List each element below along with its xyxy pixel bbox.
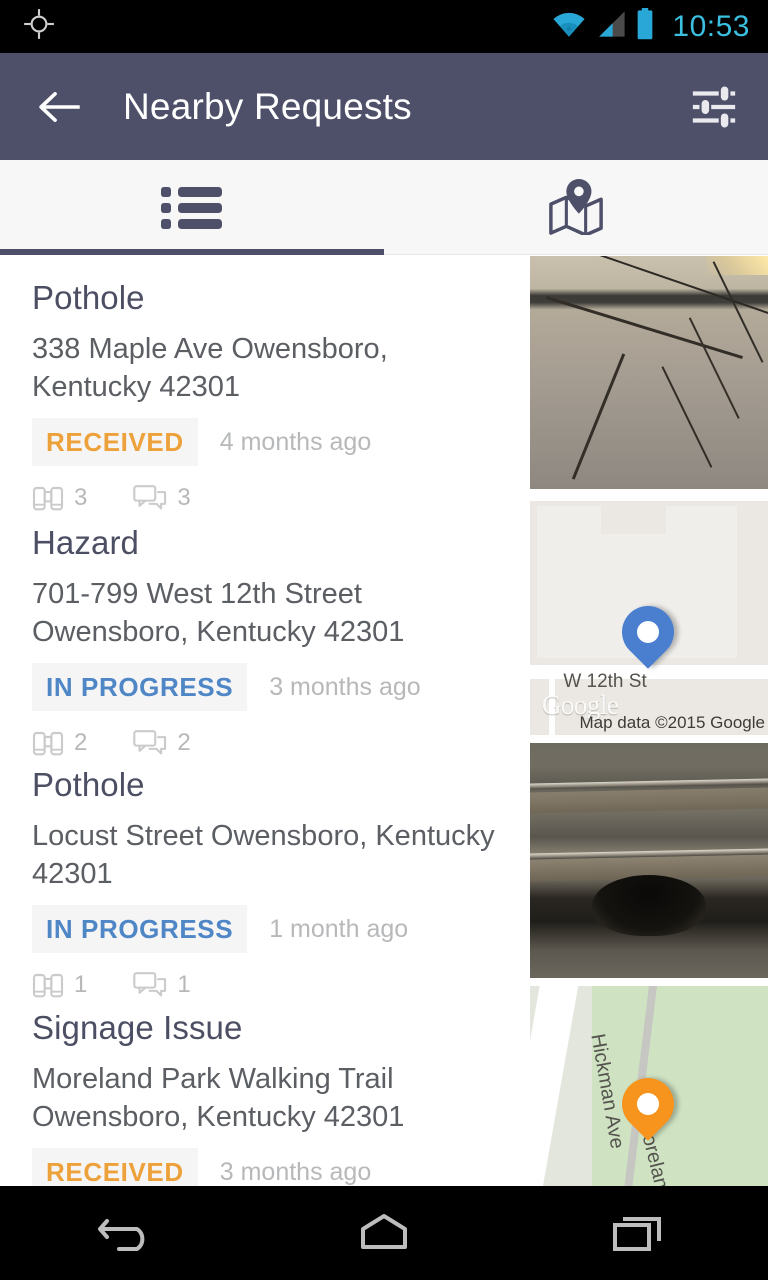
map-image: Hickman Ave Moreland P [530,986,768,1186]
list-icon [161,187,222,229]
crack-line [571,353,625,480]
app-bar: Nearby Requests [0,53,768,160]
request-age: 1 month ago [269,914,409,943]
filter-sliders-icon [692,83,736,130]
request-thumbnail[interactable]: W 12th St Google Map data ©2015 Google [530,501,768,743]
request-address: 701-799 West 12th Street Owensboro, Kent… [32,578,405,648]
request-thumbnail[interactable] [530,743,768,986]
request-age: 4 months ago [219,427,372,456]
request-address: 338 Maple Ave Owensboro, Kentucky 42301 [32,333,388,403]
request-meta: IN PROGRESS 1 month ago [32,905,512,953]
tab-bar [0,160,768,255]
request-details: Pothole Locust Street Owensboro, Kentuck… [0,743,530,998]
request-address: Moreland Park Walking Trail Owensboro, K… [32,1063,405,1133]
nav-back-icon [98,1219,145,1251]
request-details: Pothole 338 Maple Ave Owensboro, Kentuck… [0,256,530,511]
nav-home-button[interactable] [256,1186,512,1280]
request-details: Hazard 701-799 West 12th Street Owensbor… [0,501,530,756]
request-title: Signage Issue [32,1009,243,1046]
table-row[interactable]: Pothole Locust Street Owensboro, Kentuck… [0,743,768,998]
android-nav-bar [0,1186,768,1280]
thumbnail-pothole-railroad [530,743,768,978]
map-building [601,501,666,534]
wifi-icon [552,9,586,44]
photo-railroad-pothole [530,743,768,978]
request-meta: RECEIVED 3 months ago [32,1148,512,1186]
tab-active-indicator [0,249,384,255]
page-title: Nearby Requests [123,85,412,127]
status-badge: RECEIVED [32,418,198,466]
map-attribution: Map data ©2015 Google [579,713,766,732]
cell-signal-icon [595,9,626,44]
status-bar-clock: 10:53 [672,9,750,43]
request-address: Locust Street Owensboro, Kentucky 42301 [32,820,495,890]
request-age: 3 months ago [219,1157,372,1186]
request-details: Signage Issue Moreland Park Walking Trai… [0,986,530,1186]
thumbnail-image-pothole-pavement [530,256,768,489]
request-title: Pothole [32,766,145,803]
request-title: Hazard [32,524,139,561]
requests-list[interactable]: Pothole 338 Maple Ave Owensboro, Kentuck… [0,256,768,1186]
status-badge: RECEIVED [32,1148,198,1186]
railroad-tie [530,787,768,814]
nav-home-icon [361,1214,407,1249]
thumbnail-map-moreland-park: Hickman Ave Moreland P [530,986,768,1186]
sun-glare [706,256,768,275]
pothole-hole [591,874,707,936]
tab-map[interactable] [384,160,768,254]
filter-button[interactable] [684,77,744,137]
status-badge: IN PROGRESS [32,663,248,711]
request-meta: IN PROGRESS 3 months ago [32,663,512,711]
thumbnail-map-w-12th-st: W 12th St Google Map data ©2015 Google [530,501,768,735]
request-meta: RECEIVED 4 months ago [32,418,512,466]
status-bar-right: 10:53 [552,8,750,45]
nav-back-button[interactable] [0,1186,256,1280]
phone-screen: 10:53 Nearby Requests Pothole 338 Maple … [0,0,768,1280]
request-thumbnail[interactable]: Hickman Ave Moreland P [530,986,768,1186]
status-bar-left [22,7,56,46]
back-button[interactable] [32,79,88,135]
location-crosshair-icon [22,7,56,46]
table-row[interactable]: Pothole 338 Maple Ave Owensboro, Kentuck… [0,256,768,511]
request-thumbnail[interactable] [530,256,768,501]
back-arrow-icon [39,91,80,122]
status-badge: IN PROGRESS [32,905,248,953]
photo-cracked-pavement [530,256,768,489]
table-row[interactable]: Signage Issue Moreland Park Walking Trai… [0,986,768,1186]
crack-line [545,296,743,359]
request-title: Pothole [32,279,145,316]
tab-list[interactable] [0,160,384,255]
table-row[interactable]: Hazard 701-799 West 12th Street Owensbor… [0,501,768,756]
battery-icon [635,8,655,45]
nav-recents-icon [613,1217,661,1251]
nav-recents-button[interactable] [512,1186,768,1280]
map-image: W 12th St Google Map data ©2015 Google [530,501,768,735]
map-pin-icon [549,179,603,235]
request-age: 3 months ago [269,672,421,701]
status-bar: 10:53 [0,0,768,53]
